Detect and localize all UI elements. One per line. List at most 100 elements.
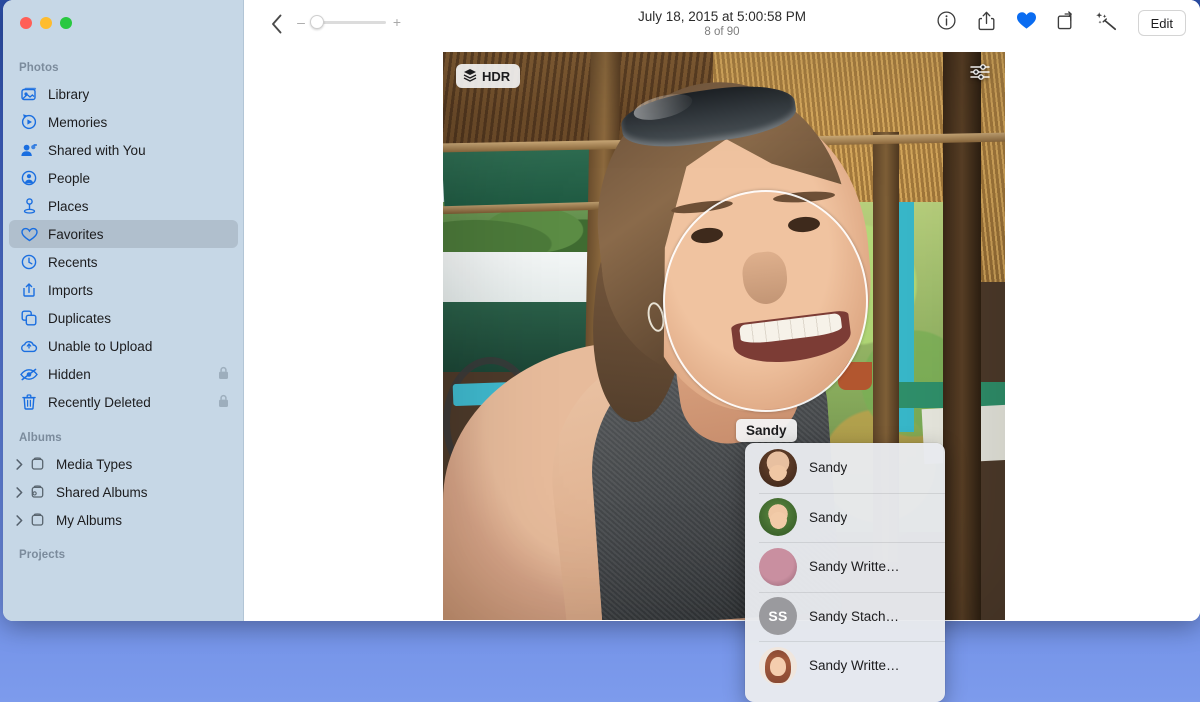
chevron-right-icon[interactable] — [13, 458, 25, 470]
trash-icon — [19, 394, 39, 411]
layers-icon — [463, 68, 477, 85]
face-name-tag[interactable]: Sandy — [736, 419, 797, 442]
sidebar-item-label: My Albums — [56, 512, 123, 528]
people-icon — [19, 170, 39, 187]
chevron-right-icon[interactable] — [13, 486, 25, 498]
name-suggestion-label: Sandy — [809, 460, 848, 476]
share-icon — [978, 11, 995, 36]
sidebar-item-memories[interactable]: Memories — [9, 108, 238, 136]
face-name-tag-label: Sandy — [746, 423, 787, 438]
chevron-right-icon[interactable] — [13, 514, 25, 526]
hdr-badge: HDR — [456, 64, 521, 88]
photos-window: Photos Library Memories Shared with You … — [3, 0, 1200, 621]
zoom-slider-track[interactable] — [310, 15, 386, 29]
name-suggestions-dropdown[interactable]: Sandy Sandy Sandy Writte… SS Sandy Stach… — [745, 443, 945, 702]
avatar-initials-label: SS — [768, 608, 788, 625]
edit-button-label: Edit — [1150, 15, 1173, 31]
sidebar-item-label: Duplicates — [48, 310, 112, 326]
sidebar-item-label: Places — [48, 198, 89, 214]
photo-viewer[interactable]: HDR Sandy — [244, 52, 1200, 621]
name-suggestion-item[interactable]: SS Sandy Stach… — [745, 591, 945, 642]
sidebar-item-label: Media Types — [56, 456, 133, 472]
avatar-initials: SS — [759, 597, 797, 636]
sidebar-item-hidden[interactable]: Hidden — [9, 360, 238, 388]
sidebar-item-label: Shared with You — [48, 142, 146, 158]
library-icon — [19, 86, 39, 103]
sidebar-section-albums-title: Albums — [19, 432, 62, 444]
sidebar-list-photos: Library Memories Shared with You People … — [3, 80, 244, 416]
name-suggestion-label: Sandy Writte… — [809, 658, 900, 674]
album-icon — [27, 456, 47, 473]
sidebar-item-shared-albums[interactable]: Shared Albums — [9, 478, 238, 506]
sidebar-item-media-types[interactable]: Media Types — [9, 450, 238, 478]
sidebar-item-label: Memories — [48, 114, 108, 130]
minimize-button[interactable] — [40, 17, 52, 29]
hdr-badge-label: HDR — [482, 68, 511, 84]
avatar — [759, 448, 797, 487]
avatar — [759, 498, 797, 537]
clock-icon — [19, 254, 39, 271]
shared-album-icon — [27, 484, 47, 501]
name-suggestion-label: Sandy Stach… — [809, 608, 900, 624]
close-button[interactable] — [20, 17, 32, 29]
face-detection-circle[interactable] — [663, 190, 868, 412]
lock-icon — [218, 366, 229, 383]
imports-icon — [19, 282, 39, 299]
favorite-button[interactable] — [1016, 11, 1038, 35]
sidebar-item-recently-deleted[interactable]: Recently Deleted — [9, 388, 238, 416]
zoom-in-label[interactable]: + — [392, 15, 402, 29]
info-icon — [937, 11, 956, 35]
sidebar-list-albums: Media Types Shared Albums My Albums — [3, 450, 244, 534]
share-button[interactable] — [976, 11, 998, 35]
sidebar: Photos Library Memories Shared with You … — [3, 0, 244, 621]
sidebar-item-label: Imports — [48, 282, 94, 298]
back-button[interactable] — [264, 12, 290, 40]
sidebar-item-my-albums[interactable]: My Albums — [9, 506, 238, 534]
rotate-button[interactable] — [1056, 11, 1078, 35]
sidebar-section-projects-title: Projects — [19, 549, 66, 561]
name-suggestion-item[interactable]: Sandy Writte… — [745, 542, 945, 592]
sidebar-item-unable-to-upload[interactable]: Unable to Upload — [9, 332, 238, 360]
zoom-slider[interactable]: – + — [296, 15, 402, 29]
sidebar-item-library[interactable]: Library — [9, 80, 238, 108]
toolbar-actions: Edit — [936, 10, 1186, 36]
traffic-lights — [20, 17, 72, 29]
auto-enhance-icon — [1096, 11, 1117, 36]
zoom-slider-knob[interactable] — [310, 15, 324, 29]
sidebar-item-label: Recently Deleted — [48, 394, 151, 410]
sidebar-item-label: Shared Albums — [56, 484, 148, 500]
sidebar-item-label: Library — [48, 86, 90, 102]
edit-button[interactable]: Edit — [1137, 10, 1186, 36]
zoom-out-label[interactable]: – — [296, 15, 306, 29]
name-suggestion-item[interactable]: Sandy Writte… — [745, 641, 945, 691]
name-suggestion-label: Sandy Writte… — [809, 559, 900, 575]
name-suggestion-item[interactable]: Sandy — [745, 492, 945, 543]
sidebar-item-label: Unable to Upload — [48, 338, 153, 354]
sidebar-item-imports[interactable]: Imports — [9, 276, 238, 304]
eye-slash-icon — [19, 366, 39, 383]
main-content: – + July 18, 2015 at 5:00:58 PM 8 of 90 — [244, 0, 1200, 621]
sidebar-item-shared-with-you[interactable]: Shared with You — [9, 136, 238, 164]
auto-enhance-button[interactable] — [1096, 11, 1118, 35]
sliders-icon — [970, 63, 990, 86]
adjustments-button[interactable] — [969, 63, 991, 85]
memories-icon — [19, 114, 39, 131]
sidebar-item-places[interactable]: Places — [9, 192, 238, 220]
sidebar-item-label: Recents — [48, 254, 98, 270]
avatar — [759, 547, 797, 586]
maximize-button[interactable] — [60, 17, 72, 29]
name-suggestion-label: Sandy — [809, 509, 848, 525]
info-button[interactable] — [936, 11, 958, 35]
sidebar-item-label: People — [48, 170, 91, 186]
sidebar-item-duplicates[interactable]: Duplicates — [9, 304, 238, 332]
sidebar-item-label: Favorites — [48, 226, 104, 242]
sidebar-item-favorites[interactable]: Favorites — [9, 220, 238, 248]
sidebar-item-recents[interactable]: Recents — [9, 248, 238, 276]
duplicates-icon — [19, 310, 39, 327]
places-icon — [19, 198, 39, 215]
sidebar-item-people[interactable]: People — [9, 164, 238, 192]
heart-icon — [19, 226, 39, 243]
name-suggestion-item[interactable]: Sandy — [745, 443, 945, 493]
shared-with-you-icon — [19, 142, 39, 159]
chevron-left-icon — [271, 14, 283, 39]
